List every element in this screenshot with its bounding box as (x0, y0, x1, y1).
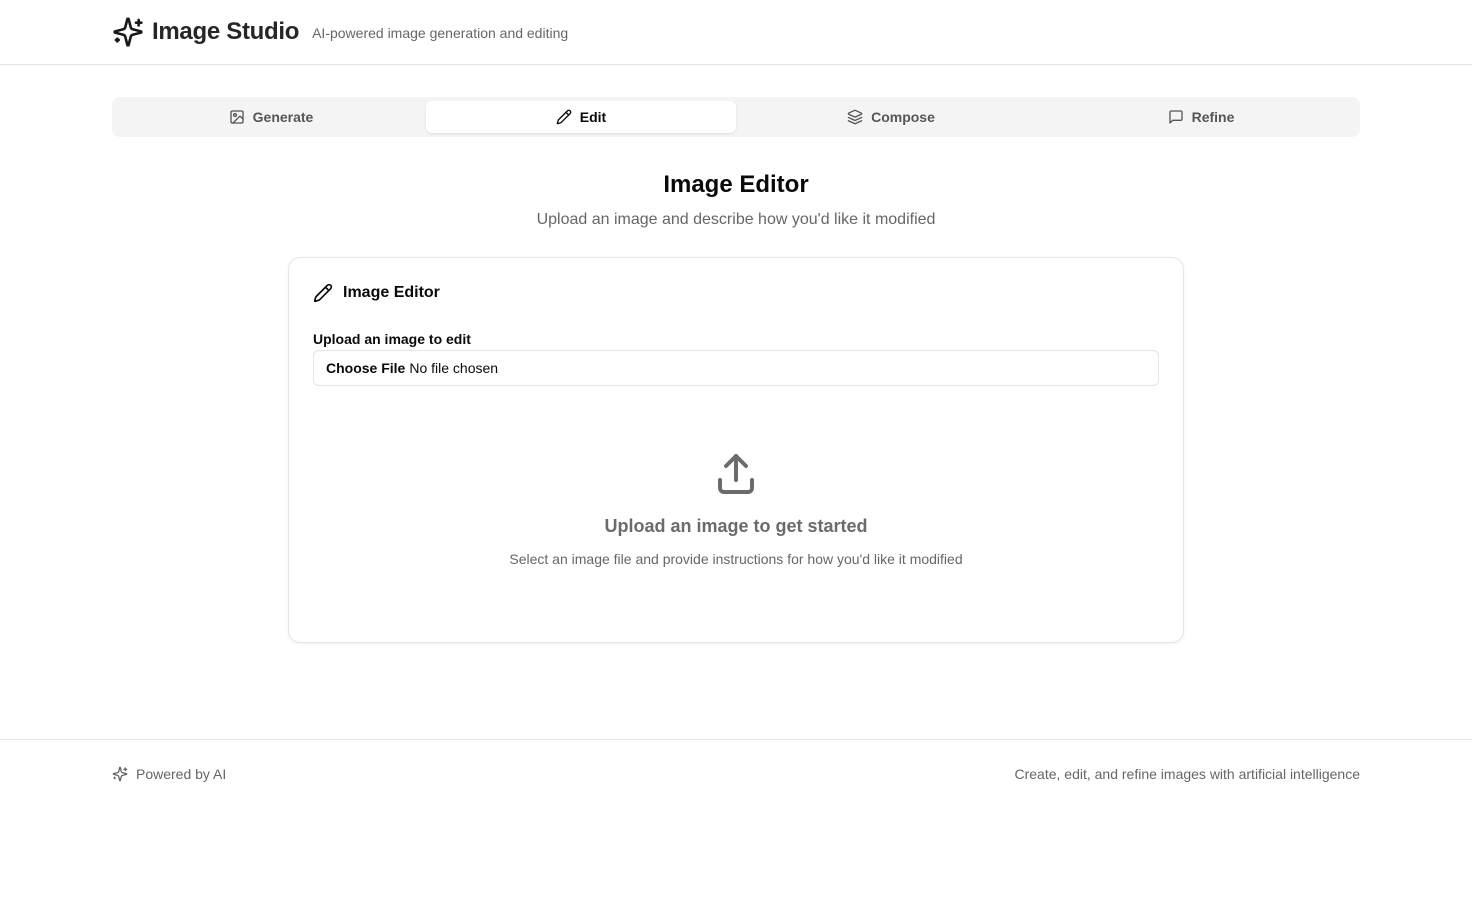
upload-icon (718, 454, 754, 494)
empty-title: Upload an image to get started (604, 516, 868, 536)
upload-label: Upload an image to edit (313, 331, 471, 347)
sparkles-icon (112, 766, 128, 782)
mode-tabs: Generate Edit Compose Refine (112, 97, 1360, 137)
footer-left: Powered by AI (112, 766, 226, 782)
tab-refine[interactable]: Refine (1046, 101, 1356, 133)
file-input[interactable]: Choose File No file chosen (313, 350, 1159, 386)
choose-file-button[interactable]: Choose File (326, 360, 405, 376)
card-header: Image Editor (313, 283, 440, 303)
tab-compose[interactable]: Compose (736, 101, 1046, 133)
tab-label: Refine (1191, 109, 1235, 125)
tab-label: Compose (871, 109, 935, 125)
card-title: Image Editor (343, 284, 440, 301)
powered-by-text: Powered by AI (136, 766, 227, 782)
empty-state: Upload an image to get started Select an… (289, 450, 1183, 567)
tab-edit[interactable]: Edit (426, 101, 736, 133)
page-description: Upload an image and describe how you'd l… (536, 211, 936, 228)
image-editor-card: Image Editor Upload an image to edit Cho… (288, 257, 1184, 643)
layers-icon (847, 109, 863, 125)
empty-description: Select an image file and provide instruc… (509, 551, 963, 567)
app-subtitle: AI-powered image generation and editing (312, 25, 569, 41)
pencil-icon (313, 283, 333, 303)
page-title: Image Editor (663, 171, 809, 198)
footer: Powered by AI Create, edit, and refine i… (0, 739, 1472, 809)
tab-label: Edit (579, 109, 607, 125)
tab-generate[interactable]: Generate (116, 101, 426, 133)
tab-label: Generate (252, 109, 314, 125)
pencil-icon (556, 109, 572, 125)
image-icon (229, 110, 244, 124)
sparkles-icon (112, 16, 144, 48)
app-header: Image Studio AI-powered image generation… (0, 0, 1472, 65)
app-title: Image Studio (152, 18, 300, 45)
footer-tagline: Create, edit, and refine images with art… (1014, 766, 1360, 782)
file-status: No file chosen (409, 360, 499, 376)
message-square-icon (1168, 110, 1183, 124)
